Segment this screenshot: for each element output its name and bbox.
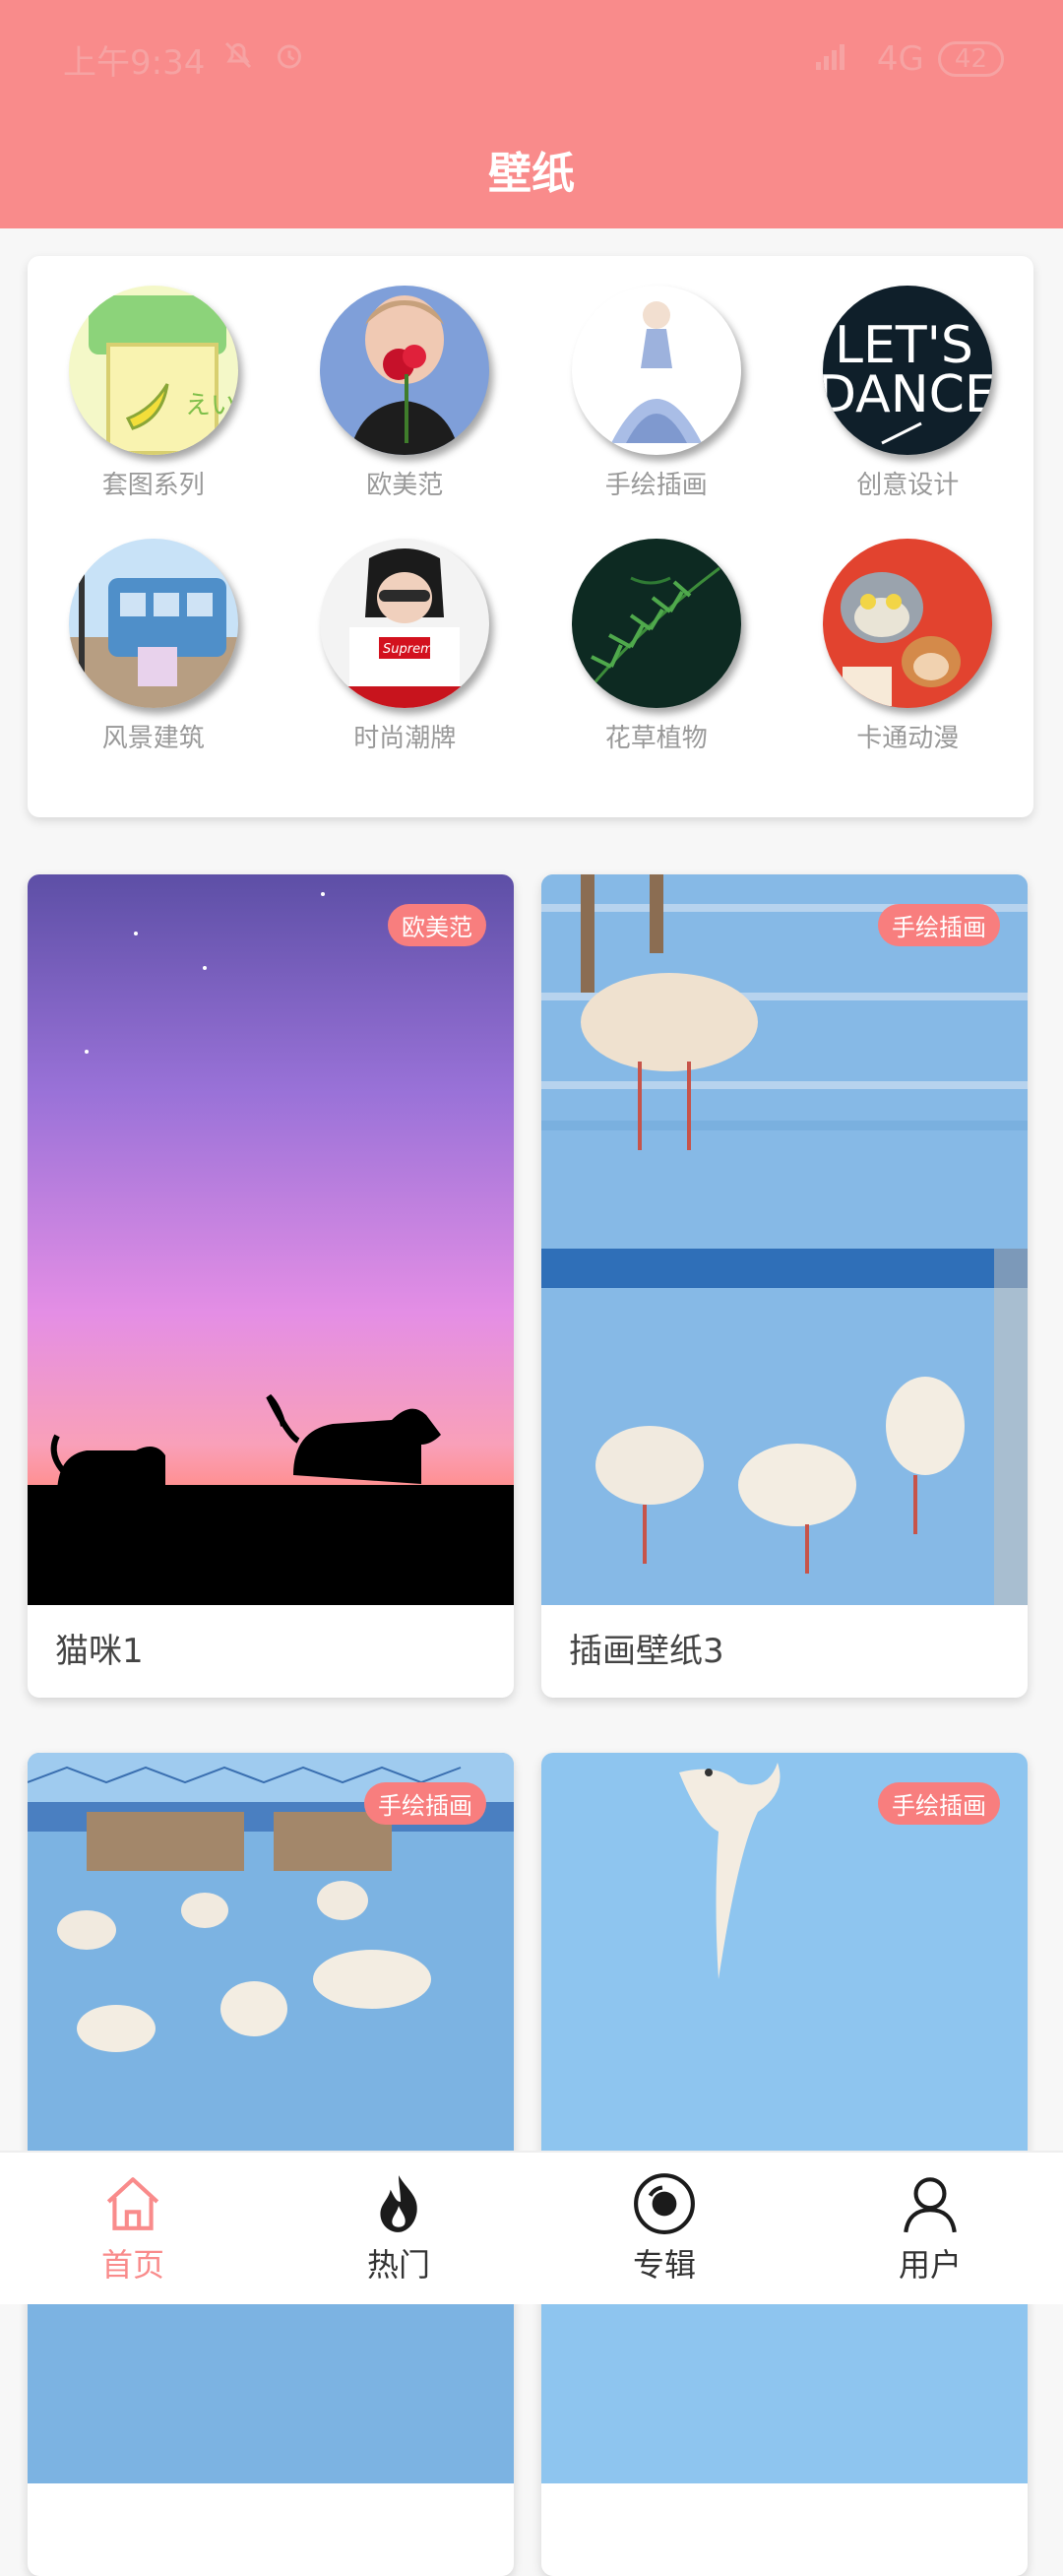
user-icon: [898, 2171, 963, 2236]
status-bar: 上午9:34 4G 42: [63, 35, 1004, 83]
tag-badge: 手绘插画: [364, 1782, 486, 1825]
wallpaper-title: [28, 2483, 514, 2576]
wallpaper-card[interactable]: 欧美范 猫咪1: [28, 874, 514, 1698]
tab-label: 专辑: [633, 2240, 696, 2286]
tab-album[interactable]: 专辑: [566, 2171, 763, 2286]
svg-text:えい: えい: [185, 391, 236, 420]
tag-badge: 手绘插画: [878, 904, 1000, 946]
category-label: 手绘插画: [605, 465, 708, 501]
category-label: 欧美范: [366, 465, 443, 501]
status-time: 上午9:34: [63, 35, 205, 84]
wallpaper-title: 猫咪1: [28, 1605, 514, 1698]
tab-home[interactable]: 首页: [34, 2171, 231, 2286]
album-icon: [632, 2171, 697, 2236]
wallpaper-card[interactable]: 手绘插画 插画壁纸3: [541, 874, 1028, 1698]
category-image-creative: LET'S DANCE: [823, 286, 992, 455]
tag-badge: 手绘插画: [878, 1782, 1000, 1825]
network-type: 4G: [877, 39, 924, 79]
category-item-illustration[interactable]: 手绘插画: [531, 286, 782, 501]
category-image-cartoon: [823, 539, 992, 708]
tab-label: 首页: [101, 2240, 164, 2286]
wallpaper-image-cats: 欧美范: [28, 874, 514, 1605]
category-item-western[interactable]: 欧美范: [280, 286, 532, 501]
category-label: 时尚潮牌: [353, 718, 456, 754]
category-card: えい 套图系列 欧美范: [28, 256, 1033, 817]
app-header: 上午9:34 4G 42 壁纸: [0, 0, 1063, 228]
category-image-western: [320, 286, 489, 455]
category-label: 花草植物: [605, 718, 708, 754]
category-label: 套图系列: [102, 465, 205, 501]
wallpaper-title: [541, 2483, 1028, 2576]
category-item-creative[interactable]: LET'S DANCE 创意设计: [782, 286, 1034, 501]
wallpaper-image-flying-gull: 手绘插画: [541, 1753, 1028, 2483]
category-image-illustration: [572, 286, 741, 455]
category-image-plants: [572, 539, 741, 708]
svg-text:DANCE: DANCE: [823, 365, 992, 424]
alarm-icon: [272, 37, 307, 82]
category-image-scenery: [69, 539, 238, 708]
wallpaper-image-harbor: 手绘插画: [28, 1753, 514, 2483]
tab-hot[interactable]: 热门: [300, 2171, 497, 2286]
wallpaper-image-seagulls: 手绘插画: [541, 874, 1028, 1605]
category-item-fashion[interactable]: Supreme 时尚潮牌: [280, 539, 532, 754]
signal-icon: [814, 39, 863, 79]
wallpaper-title: 插画壁纸3: [541, 1605, 1028, 1698]
category-image-fashion: Supreme: [320, 539, 489, 708]
category-item-cartoon[interactable]: 卡通动漫: [782, 539, 1034, 754]
category-label: 卡通动漫: [856, 718, 959, 754]
bottom-tab-bar: 首页 热门 专辑 用户: [0, 2151, 1063, 2304]
page-title: 壁纸: [0, 138, 1063, 201]
category-item-plants[interactable]: 花草植物: [531, 539, 782, 754]
tab-label: 热门: [367, 2240, 430, 2286]
category-label: 创意设计: [856, 465, 959, 501]
category-label: 风景建筑: [102, 718, 205, 754]
home-icon: [100, 2171, 165, 2236]
svg-text:Supreme: Supreme: [383, 642, 441, 657]
category-item-scenery[interactable]: 风景建筑: [28, 539, 280, 754]
battery-indicator: 42: [938, 41, 1004, 77]
category-item-set[interactable]: えい 套图系列: [28, 286, 280, 501]
tab-user[interactable]: 用户: [832, 2171, 1029, 2286]
mute-icon: [220, 37, 256, 82]
category-image-set: えい: [69, 286, 238, 455]
fire-icon: [366, 2171, 431, 2236]
tag-badge: 欧美范: [388, 904, 486, 946]
tab-label: 用户: [899, 2240, 962, 2286]
